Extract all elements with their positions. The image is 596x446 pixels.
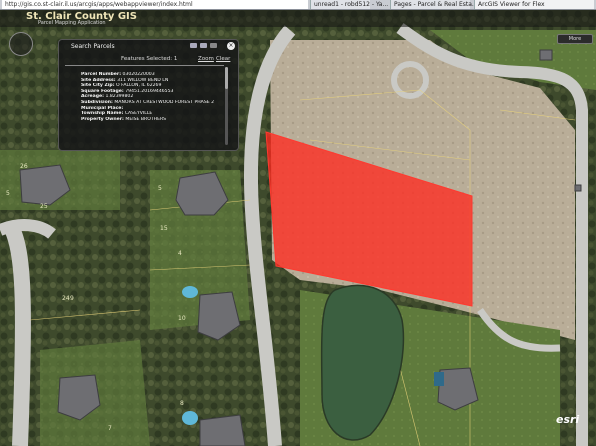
browser-bar: http://gis.co.st-clair.il.us/arcgis/apps… (0, 0, 596, 10)
parcel-attributes: Parcel Number: 03020220003 Site Address:… (81, 72, 221, 122)
address-bar[interactable]: http://gis.co.st-clair.il.us/arcgis/apps… (2, 0, 308, 9)
scroll-thumb[interactable] (225, 67, 228, 89)
browser-tab[interactable]: unread1 - robd512 - Ya... (310, 0, 388, 9)
browser-tab-active[interactable]: ArcGIS Viewer for Flex (474, 0, 594, 9)
esri-logo: esri (556, 413, 580, 426)
lot-label: 8 (180, 400, 184, 407)
lot-label: 24 (62, 295, 70, 302)
lot-label: 7 (108, 425, 112, 432)
browser-tab[interactable]: Pages - Parcel & Real Esta... (390, 0, 478, 9)
app-subtitle: Parcel Mapping Application (38, 20, 106, 26)
dock-icon[interactable] (210, 43, 217, 48)
search-parcels-panel: Search Parcels × Features Selected: 1 Zo… (58, 39, 239, 151)
panel-title: Search Parcels (71, 43, 115, 50)
panel-scrollbar[interactable] (225, 67, 228, 145)
close-icon[interactable]: × (227, 42, 235, 50)
field-property-owner: Property Owner: MEISE BROTHERS (81, 116, 167, 122)
lot-label: 10 (178, 315, 186, 322)
features-selected: Features Selected: 1 (121, 56, 178, 62)
zoom-link[interactable]: Zoom (198, 56, 214, 62)
lot-label: 5 (158, 185, 162, 192)
minimize-icon[interactable] (190, 43, 197, 48)
lot-label: 9 (70, 295, 74, 302)
more-button[interactable]: More (557, 34, 593, 44)
lot-label: 4 (178, 250, 182, 257)
clear-link[interactable]: Clear (216, 56, 230, 62)
navigation-control[interactable] (9, 32, 33, 56)
lot-label: 15 (160, 225, 168, 232)
divider (65, 65, 224, 66)
lot-label: 25 (40, 203, 48, 210)
lot-label: 26 (20, 163, 28, 170)
lot-label: 5 (6, 190, 10, 197)
window-icon[interactable] (200, 43, 207, 48)
